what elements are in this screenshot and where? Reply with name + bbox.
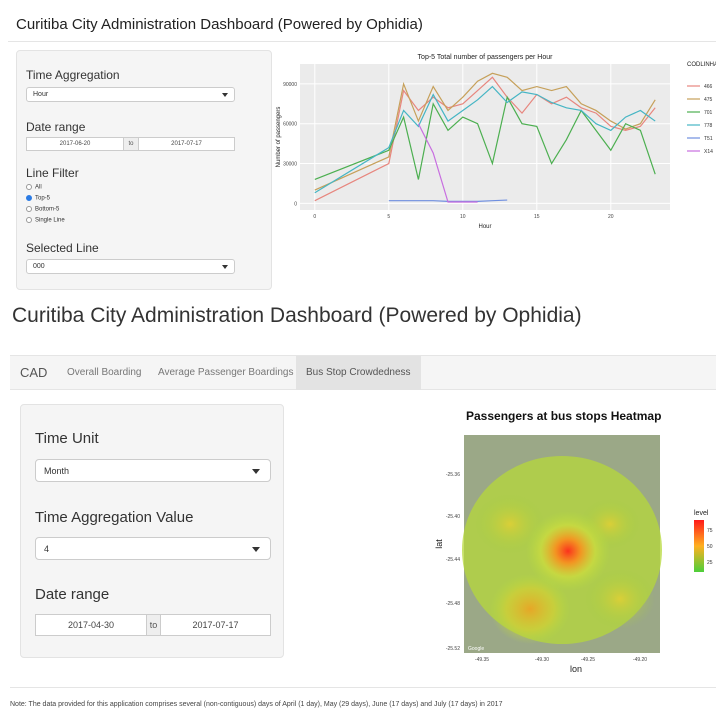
- top-sidebar-panel: Time Aggregation Hour Date range 2017-06…: [16, 50, 272, 290]
- time-unit-value: Month: [44, 466, 70, 476]
- radio-icon: [26, 184, 32, 190]
- line-filter-label: Line Filter: [26, 166, 79, 180]
- y-tick-label: -25.44: [446, 557, 460, 563]
- time-aggregation-value: Hour: [33, 91, 49, 98]
- time-aggregation-label: Time Aggregation: [26, 68, 120, 82]
- radio-top5[interactable]: Top-5: [26, 195, 50, 202]
- bus-stop-heatmap: Passengers at bus stops Heatmap Google -…: [420, 404, 716, 680]
- radio-label: Bottom-5: [35, 206, 60, 213]
- date-separator: to: [123, 137, 139, 151]
- date-range-label: Date range: [26, 120, 86, 134]
- legend-title: CODLINHA: [687, 62, 716, 68]
- passengers-per-hour-chart: 0 30000 60000 90000 0 5 10 15 20 Top-5 Total numb…: [272, 48, 716, 292]
- selected-line-select[interactable]: 000: [26, 259, 235, 274]
- chevron-down-icon: [222, 265, 228, 269]
- legend-title: level: [694, 510, 709, 517]
- time-unit-select[interactable]: Month: [35, 459, 271, 482]
- bottom-dashboard-title: Curitiba City Administration Dashboard (…: [12, 304, 582, 327]
- x-tick-label: 20: [608, 214, 614, 220]
- date-start-input[interactable]: 2017-06-20: [26, 137, 124, 151]
- legend-label: 25: [707, 560, 713, 566]
- y-tick-label: 90000: [283, 82, 297, 88]
- chart-title: Top-5 Total number of passengers per Hou…: [418, 54, 554, 61]
- radio-single-line[interactable]: Single Line: [26, 217, 65, 224]
- heatmap-svg: Google -25.36 -25.40 -25.44 -25.48 -25.5…: [434, 435, 713, 674]
- y-axis-label: lat: [434, 539, 444, 549]
- y-tick-label: -25.52: [446, 646, 460, 652]
- legend-label: 701: [704, 110, 713, 116]
- radio-label: All: [35, 184, 42, 191]
- x-tick-label: 15: [534, 214, 540, 220]
- legend-label: 475: [704, 97, 713, 103]
- bottom-sidebar-panel: Time Unit Month Time Aggregation Value 4…: [20, 404, 284, 658]
- x-tick-label: 0: [313, 214, 316, 220]
- radio-icon: [26, 217, 32, 223]
- x-tick-label: 10: [460, 214, 466, 220]
- time-aggregation-value-select[interactable]: 4: [35, 537, 271, 560]
- legend-label: 75: [707, 528, 713, 534]
- legend-label: 466: [704, 84, 713, 90]
- date-separator: to: [146, 614, 161, 636]
- date-start-input[interactable]: 2017-04-30: [35, 614, 147, 636]
- x-tick-label: -49.30: [535, 657, 549, 663]
- radio-bottom5[interactable]: Bottom-5: [26, 206, 59, 213]
- chevron-down-icon: [252, 469, 260, 474]
- radio-label: Single Line: [35, 217, 65, 224]
- y-tick-label: -25.36: [446, 472, 460, 478]
- time-aggregation-select[interactable]: Hour: [26, 87, 235, 102]
- selected-line-value: 000: [33, 263, 45, 270]
- tab-cad[interactable]: CAD: [10, 356, 57, 390]
- nav-tabs: CAD Overall Boarding Average Passenger B…: [10, 355, 716, 390]
- radio-label: Top-5: [35, 195, 51, 202]
- x-axis-label: Hour: [478, 224, 491, 230]
- x-axis-label: lon: [570, 664, 582, 674]
- line-chart-svg: 0 30000 60000 90000 0 5 10 15 20 Top-5 Total numb…: [276, 54, 716, 230]
- top-dashboard: Curitiba City Administration Dashboard (…: [0, 0, 716, 296]
- chevron-down-icon: [252, 547, 260, 552]
- legend-label: 778: [704, 123, 713, 129]
- legend-label: X14: [704, 149, 713, 155]
- x-tick-label: 5: [387, 214, 390, 220]
- selected-line-label: Selected Line: [26, 241, 99, 255]
- x-tick-label: -49.25: [581, 657, 595, 663]
- tab-bus-stop-crowdedness[interactable]: Bus Stop Crowdedness: [296, 356, 421, 390]
- x-tick-label: -49.35: [475, 657, 489, 663]
- legend-label: 50: [707, 544, 713, 550]
- y-axis-label: Number of passengers: [276, 107, 282, 168]
- legend-colorbar: [694, 520, 704, 572]
- radio-all[interactable]: All: [26, 184, 42, 191]
- time-aggregation-value-label: Time Aggregation Value: [35, 509, 194, 526]
- top-dashboard-title: Curitiba City Administration Dashboard (…: [16, 16, 423, 33]
- y-tick-label: 60000: [283, 122, 297, 128]
- y-tick-label: -25.48: [446, 601, 460, 607]
- tab-average-passenger-boardings[interactable]: Average Passenger Boardings: [148, 356, 303, 390]
- y-tick-label: 30000: [283, 162, 297, 168]
- plot-background: [300, 64, 670, 210]
- divider: [8, 41, 716, 42]
- data-note: Note: The data provided for this applica…: [10, 701, 503, 708]
- date-end-input[interactable]: 2017-07-17: [160, 614, 271, 636]
- date-range-label: Date range: [35, 586, 110, 603]
- legend-label: T51: [704, 136, 713, 142]
- time-unit-label: Time Unit: [35, 430, 99, 447]
- x-tick-label: -49.20: [633, 657, 647, 663]
- tab-overall-boarding[interactable]: Overall Boarding: [57, 356, 151, 390]
- radio-icon: [26, 206, 32, 212]
- divider: [10, 687, 716, 688]
- chevron-down-icon: [222, 93, 228, 97]
- radio-checked-icon: [26, 195, 32, 201]
- date-end-input[interactable]: 2017-07-17: [138, 137, 235, 151]
- y-tick-label: 0: [294, 201, 297, 207]
- heat-hotspot: [526, 511, 610, 591]
- map-attribution: Google: [468, 646, 484, 652]
- time-aggregation-value-value: 4: [44, 544, 50, 554]
- y-tick-label: -25.40: [446, 514, 460, 520]
